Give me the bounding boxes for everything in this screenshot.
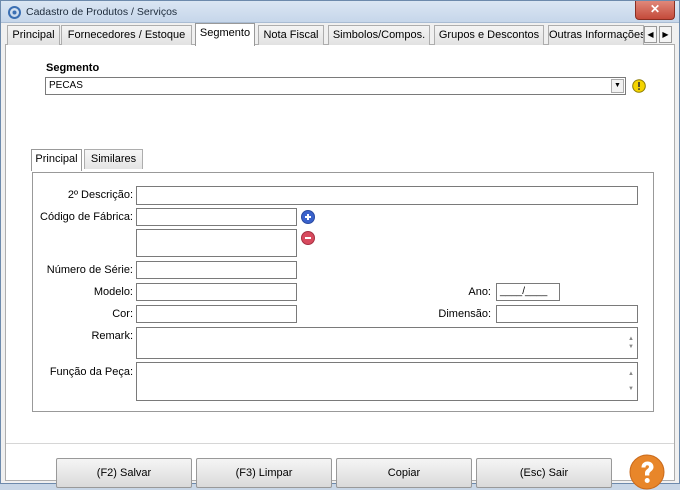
chevron-down-icon[interactable]: ▼ bbox=[611, 79, 624, 93]
help-icon[interactable] bbox=[629, 454, 665, 490]
close-button[interactable]: ✕ bbox=[635, 1, 675, 20]
ano-label: Ano: bbox=[468, 286, 491, 298]
tab-scroll-right-icon[interactable]: ▶ bbox=[659, 26, 672, 43]
funcao-peca-scrollbar[interactable]: ▲ ▼ bbox=[626, 364, 636, 399]
modelo-input[interactable] bbox=[136, 283, 297, 301]
client-area: Principal Fornecedores / Estoque Segment… bbox=[5, 23, 675, 490]
inner-panel: 2º Descrição: Código de Fábrica: Número … bbox=[32, 172, 654, 412]
remark-scrollbar[interactable]: ▲ ▼ bbox=[626, 329, 636, 357]
window-title: Cadastro de Produtos / Serviços bbox=[26, 6, 178, 18]
dimensao-label: Dimensão: bbox=[438, 308, 491, 320]
segmento-page: Segmento PECAS ▼ Principal Similares 2º … bbox=[5, 45, 675, 490]
tab-simbolos-compos[interactable]: Simbolos/Compos. bbox=[328, 25, 430, 45]
title-bar: Cadastro de Produtos / Serviços ✕ bbox=[1, 1, 679, 23]
dimensao-input[interactable] bbox=[496, 305, 638, 323]
segmento-label: Segmento bbox=[46, 62, 100, 74]
remove-icon[interactable] bbox=[301, 231, 315, 245]
cor-input[interactable] bbox=[136, 305, 297, 323]
remark-textarea[interactable]: ▲ ▼ bbox=[136, 327, 638, 359]
tab-principal[interactable]: Principal bbox=[7, 25, 60, 45]
tab-outras-informacoes[interactable]: Outras Informações bbox=[548, 25, 644, 45]
descricao2-input[interactable] bbox=[136, 186, 638, 205]
window: Cadastro de Produtos / Serviços ✕ Princi… bbox=[0, 0, 680, 490]
main-tab-strip: Principal Fornecedores / Estoque Segment… bbox=[5, 23, 675, 46]
inner-tab-similares[interactable]: Similares bbox=[84, 149, 143, 169]
codigo-fabrica-input[interactable] bbox=[136, 208, 297, 226]
descricao2-label: 2º Descrição: bbox=[67, 189, 133, 201]
numero-serie-input[interactable] bbox=[136, 261, 297, 279]
add-icon[interactable] bbox=[301, 210, 315, 224]
codigo-fabrica-list[interactable] bbox=[136, 229, 297, 257]
codigo-fabrica-label: Código de Fábrica: bbox=[40, 211, 133, 223]
numero-serie-label: Número de Série: bbox=[46, 264, 133, 276]
tab-grupos-descontos[interactable]: Grupos e Descontos bbox=[434, 25, 544, 45]
warning-icon bbox=[632, 79, 646, 93]
tab-segmento[interactable]: Segmento bbox=[195, 23, 255, 46]
ano-input[interactable]: ____/____ bbox=[496, 283, 560, 301]
cor-label: Cor: bbox=[112, 308, 133, 320]
tab-fornecedores-estoque[interactable]: Fornecedores / Estoque bbox=[61, 25, 192, 45]
divider bbox=[6, 443, 674, 444]
app-icon bbox=[8, 6, 21, 19]
funcao-peca-label: Função da Peça: bbox=[49, 366, 133, 378]
segmento-select[interactable]: PECAS ▼ bbox=[45, 77, 626, 95]
remark-label: Remark: bbox=[91, 330, 133, 342]
tab-nota-fiscal[interactable]: Nota Fiscal bbox=[258, 25, 324, 45]
inner-tab-principal[interactable]: Principal bbox=[31, 149, 82, 171]
segmento-value: PECAS bbox=[49, 80, 83, 91]
funcao-peca-textarea[interactable]: ▲ ▼ bbox=[136, 362, 638, 401]
modelo-label: Modelo: bbox=[93, 286, 133, 298]
tab-scroll-left-icon[interactable]: ◀ bbox=[644, 26, 657, 43]
